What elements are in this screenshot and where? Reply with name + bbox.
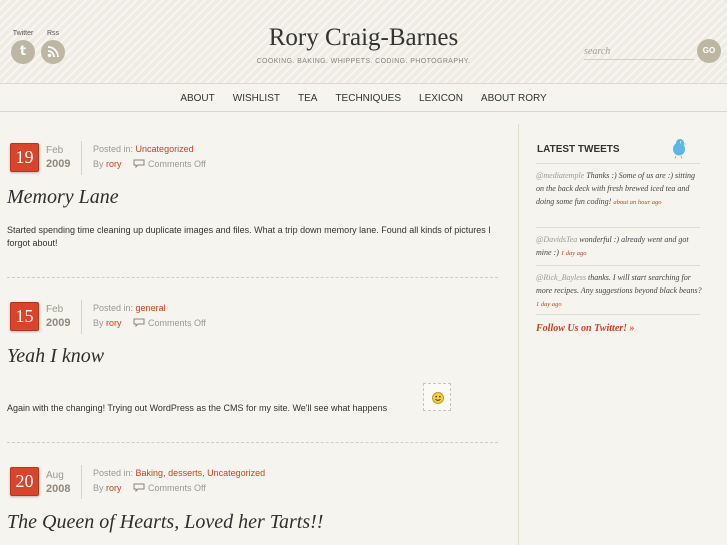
follow-twitter-link[interactable]: Follow Us on Twitter! » (536, 323, 635, 334)
post-title[interactable]: Yeah I know (7, 345, 104, 368)
smiley-image (423, 383, 451, 411)
post-date-month: Feb (46, 304, 64, 315)
post-byline: By rory Comments Off (93, 159, 206, 169)
comment-icon (133, 159, 145, 168)
post-date-day: 19 (10, 143, 39, 172)
post-date-day: 15 (10, 302, 39, 331)
nav-item-wishlist[interactable]: WISHLIST (224, 85, 289, 112)
category-link[interactable]: Uncategorized (136, 144, 194, 154)
post-date-year: 2008 (46, 483, 71, 495)
post-byline: By rory Comments Off (93, 483, 206, 493)
nav-item-about[interactable]: ABOUT (171, 85, 223, 112)
tweet-item: @mediatemple Thanks :) Some of us are :)… (536, 169, 702, 209)
smiley-icon (432, 392, 444, 404)
tweet-time[interactable]: about an hour ago (613, 199, 661, 206)
post-date-month: Aug (46, 470, 64, 481)
post-date-year: 2009 (46, 317, 71, 329)
tweet-handle[interactable]: @Rick_Bayless (536, 273, 586, 282)
tweet-handle[interactable]: @DavidsTea (536, 235, 577, 244)
divider (81, 300, 82, 334)
post-divider (7, 442, 498, 443)
post-date-year: 2009 (46, 158, 71, 170)
comment-icon (133, 318, 145, 327)
post-date-month: Feb (46, 145, 64, 156)
site-header: Twitter t Rss Rory Craig-Barnes COOKING.… (0, 0, 727, 84)
category-link[interactable]: Baking, desserts, Uncategorized (136, 468, 266, 478)
post-byline: By rory Comments Off (93, 318, 206, 328)
by-label: By (93, 318, 104, 328)
tweet-time[interactable]: 1 day ago (536, 301, 562, 308)
search-button[interactable]: GO (697, 39, 721, 63)
sidebar-title: LATEST TWEETS (537, 144, 620, 155)
posted-in-label: Posted in: (93, 468, 134, 478)
nav-item-about-rory[interactable]: ABOUT RORY (472, 85, 556, 112)
author-link[interactable]: rory (106, 159, 122, 169)
author-link[interactable]: rory (106, 483, 122, 493)
twitter-bird-icon (673, 139, 687, 159)
by-label: By (93, 159, 104, 169)
search-input[interactable] (584, 44, 694, 60)
author-link[interactable]: rory (106, 318, 122, 328)
by-label: By (93, 483, 104, 493)
post-categories: Posted in: Uncategorized (93, 144, 194, 154)
post-title[interactable]: The Queen of Hearts, Loved her Tarts!! (7, 511, 323, 534)
tweet-handle[interactable]: @mediatemple (536, 171, 584, 180)
category-link[interactable]: general (136, 303, 166, 313)
comments-status: Comments Off (148, 159, 206, 169)
divider (81, 465, 82, 499)
post-title[interactable]: Memory Lane (7, 186, 119, 209)
tweet-item: @DavidsTea wonderful :) already went and… (536, 233, 702, 260)
tweet-item: @Rick_Bayless thanks. I will start searc… (536, 271, 702, 311)
post-divider (7, 277, 498, 278)
post-categories: Posted in: general (93, 303, 166, 313)
comments-status: Comments Off (148, 483, 206, 493)
nav-item-techniques[interactable]: TECHNIQUES (326, 85, 410, 112)
posted-in-label: Posted in: (93, 303, 134, 313)
comments-status: Comments Off (148, 318, 206, 328)
main-nav: ABOUT WISHLIST TEA TECHNIQUES LEXICON ABOUT R… (0, 85, 727, 112)
sidebar-divider (536, 227, 700, 228)
sidebar-divider (536, 314, 700, 315)
sidebar-divider (536, 265, 700, 266)
posted-in-label: Posted in: (93, 144, 134, 154)
sidebar-divider (536, 163, 700, 164)
post-body: Started spending time cleaning up duplic… (7, 225, 491, 248)
divider (81, 141, 82, 175)
post-categories: Posted in: Baking, desserts, Uncategoriz… (93, 468, 265, 478)
nav-item-lexicon[interactable]: LEXICON (410, 85, 472, 112)
nav-item-tea[interactable]: TEA (289, 85, 326, 112)
tweet-time[interactable]: 1 day ago (561, 250, 587, 257)
post-date-day: 20 (10, 467, 39, 496)
comment-icon (133, 483, 145, 492)
